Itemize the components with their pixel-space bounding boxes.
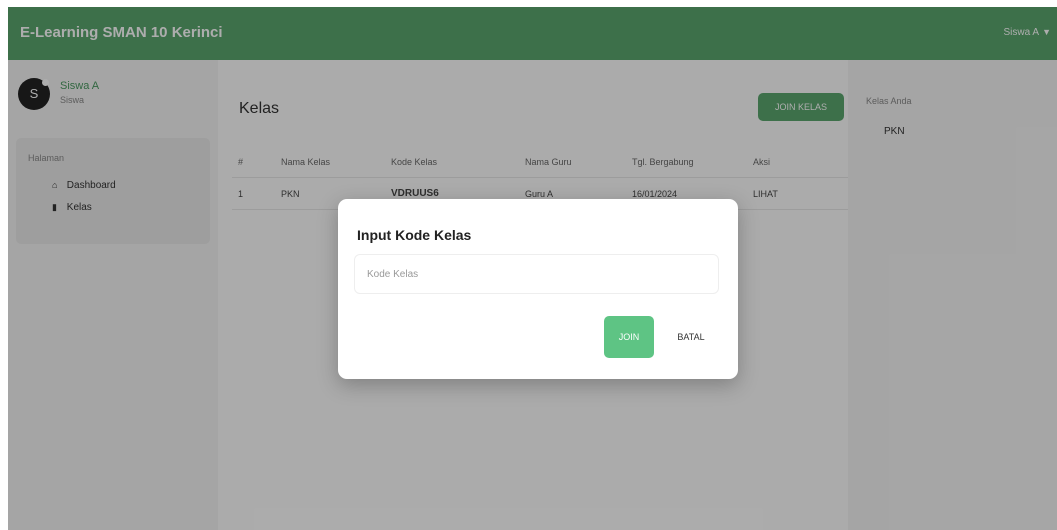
join-button[interactable]: JOIN [604,316,654,358]
join-class-modal: Input Kode Kelas JOIN BATAL [338,199,738,379]
app-window: E-Learning SMAN 10 Kerinci Siswa A ▼ S Si… [8,7,1057,530]
cancel-button[interactable]: BATAL [663,316,719,358]
class-code-input[interactable] [354,254,719,294]
modal-title: Input Kode Kelas [357,227,472,243]
